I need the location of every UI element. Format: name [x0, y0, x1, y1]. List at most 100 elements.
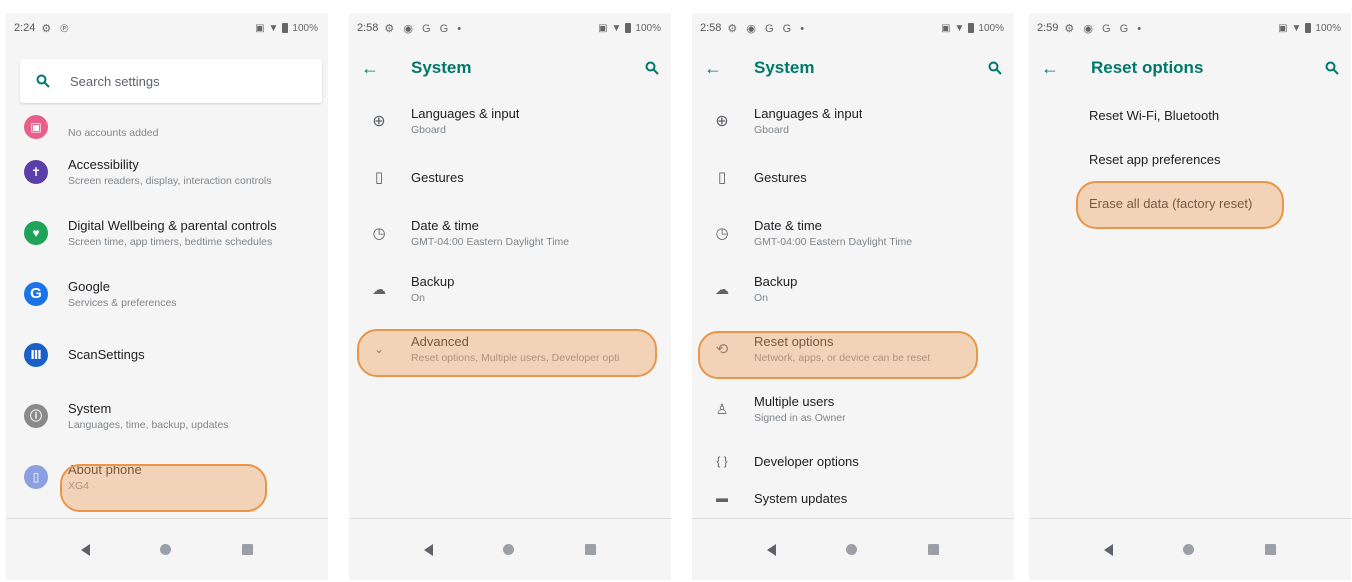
system-item-languages[interactable]: ⊕ Languages & input Gboard — [349, 93, 671, 149]
item-subtitle: Signed in as Owner — [754, 412, 846, 424]
chevron-down-icon: ⌄ — [373, 342, 385, 356]
item-title: Accessibility — [68, 156, 139, 172]
item-title: Languages & input — [411, 106, 520, 121]
vibrate-icon: ▣ — [1278, 22, 1288, 34]
system-item-date-time[interactable]: ◷ Date & time GMT-04:00 Eastern Daylight… — [349, 205, 671, 261]
back-arrow-icon[interactable]: ← — [361, 58, 379, 79]
item-subtitle: Screen time, app timers, bedtime schedul… — [68, 235, 273, 248]
search-icon — [36, 74, 50, 88]
item-title: Developer options — [754, 453, 859, 469]
clock-icon: ◷ — [372, 225, 386, 242]
system-update-icon: ▬ — [716, 491, 728, 505]
recents-icon[interactable] — [241, 544, 253, 555]
settings-item-accounts[interactable]: ▣ No accounts added — [6, 101, 328, 141]
recents-icon[interactable] — [927, 544, 939, 555]
system-info-icon: ⓘ — [24, 403, 48, 428]
reset-wifi-bluetooth[interactable]: Reset Wi-Fi, Bluetooth — [1029, 93, 1351, 137]
back-arrow-icon[interactable]: ← — [704, 58, 722, 79]
vibrate-icon: ▣ — [598, 22, 608, 34]
nav-bar — [349, 518, 671, 580]
wellbeing-icon: ♥ — [24, 220, 48, 245]
back-icon[interactable] — [767, 543, 777, 556]
system-item-date-time[interactable]: ◷ Date & time GMT-04:00 Eastern Daylight… — [692, 205, 1014, 261]
gestures-icon: ▯ — [717, 169, 727, 186]
system-screen-collapsed: 2:58 ⚙ ◉ G G • ▣ ▼ 100% ← System ⊕ Langu… — [349, 13, 671, 580]
system-item-gestures[interactable]: ▯ Gestures — [692, 149, 1014, 205]
recents-icon[interactable] — [584, 544, 596, 555]
system-item-gestures[interactable]: ▯ Gestures — [349, 149, 671, 205]
item-subtitle: Screen readers, display, interaction con… — [68, 174, 272, 187]
globe-icon: ⊕ — [372, 113, 386, 130]
wifi-icon: ▼ — [954, 22, 965, 34]
system-item-backup[interactable]: ☁ Backup On — [349, 261, 671, 317]
system-item-backup[interactable]: ☁ Backup On — [692, 261, 1014, 317]
history-icon: ⟲ — [715, 341, 729, 358]
system-item-reset-options[interactable]: ⟲ Reset options Network, apps, or device… — [692, 317, 1014, 381]
globe-icon: ⊕ — [715, 113, 729, 130]
item-title: Date & time — [754, 218, 822, 233]
page-title: System — [411, 58, 472, 77]
status-bar: 2:59 ⚙ ◉ G G • ▣ ▼ 100% — [1029, 13, 1351, 43]
status-right: ▣ ▼ 100% — [941, 23, 1004, 34]
search-settings-field[interactable]: Search settings — [20, 59, 322, 103]
item-subtitle: Reset options, Multiple users, Developer… — [411, 352, 620, 364]
search-icon[interactable] — [645, 61, 659, 75]
back-icon[interactable] — [81, 543, 91, 556]
item-subtitle: Network, apps, or device can be reset — [754, 352, 931, 364]
settings-item-google[interactable]: G Google Services & preferences — [6, 263, 328, 324]
system-screen-expanded: 2:58 ⚙ ◉ G G • ▣ ▼ 100% ← System ⊕ Langu… — [692, 13, 1014, 580]
status-bar: 2:24 ⚙ ℗ ▣ ▼ 100% — [6, 13, 328, 43]
home-icon[interactable] — [503, 544, 515, 555]
app-bar: ← Reset options — [1029, 43, 1351, 93]
item-subtitle: Gboard — [754, 124, 790, 136]
system-item-developer-options[interactable]: { } Developer options — [692, 437, 1014, 485]
back-arrow-icon[interactable]: ← — [1041, 58, 1059, 79]
accounts-icon: ▣ — [24, 115, 48, 139]
back-icon[interactable] — [1104, 543, 1114, 556]
system-item-multiple-users[interactable]: ♙ Multiple users Signed in as Owner — [692, 381, 1014, 437]
settings-item-about-phone[interactable]: ▯ About phone XG4 — [6, 446, 328, 507]
system-item-advanced[interactable]: ⌄ Advanced Reset options, Multiple users… — [349, 317, 671, 381]
battery-level: 100% — [978, 22, 1004, 34]
status-notification-icons: ⚙ ◉ G G • — [384, 22, 465, 35]
item-title: System — [68, 400, 112, 416]
item-title: Google — [68, 278, 110, 294]
settings-item-system[interactable]: ⓘ System Languages, time, backup, update… — [6, 385, 328, 446]
status-right: ▣ ▼ 100% — [255, 23, 318, 34]
battery-level: 100% — [635, 22, 661, 34]
gestures-icon: ▯ — [374, 169, 384, 186]
item-title: Gestures — [754, 169, 807, 185]
home-icon[interactable] — [160, 544, 172, 555]
scan-settings-icon: Ⅲ — [24, 342, 48, 367]
settings-item-accessibility[interactable]: ✝ Accessibility Screen readers, display,… — [6, 141, 328, 202]
item-title: Advanced — [411, 334, 469, 349]
vibrate-icon: ▣ — [255, 22, 265, 34]
page-title: System — [754, 58, 815, 77]
item-title: Date & time — [411, 218, 479, 233]
status-notification-icons: ⚙ ◉ G G • — [727, 22, 808, 35]
system-item-languages[interactable]: ⊕ Languages & input Gboard — [692, 93, 1014, 149]
item-title: ScanSettings — [68, 347, 145, 362]
back-icon[interactable] — [424, 543, 434, 556]
recents-icon[interactable] — [1264, 544, 1276, 555]
erase-all-data-factory-reset[interactable]: Erase all data (factory reset) — [1029, 181, 1351, 225]
item-subtitle: XG4 — [68, 479, 90, 492]
app-bar: ← System — [692, 43, 1014, 93]
item-subtitle: On — [411, 292, 426, 304]
wifi-icon: ▼ — [611, 22, 622, 34]
settings-item-digital-wellbeing[interactable]: ♥ Digital Wellbeing & parental controls … — [6, 202, 328, 263]
cloud-upload-icon: ☁ — [372, 280, 386, 297]
settings-item-scansettings[interactable]: Ⅲ ScanSettings — [6, 324, 328, 385]
reset-app-preferences[interactable]: Reset app preferences — [1029, 137, 1351, 181]
status-right: ▣ ▼ 100% — [598, 23, 661, 34]
search-icon[interactable] — [988, 61, 1002, 75]
status-notification-icons: ⚙ ℗ — [41, 22, 72, 35]
item-title: Reset options — [754, 334, 834, 349]
person-icon: ♙ — [715, 400, 729, 417]
home-icon[interactable] — [846, 544, 858, 555]
item-subtitle: Gboard — [411, 124, 447, 136]
home-icon[interactable] — [1183, 544, 1195, 555]
search-icon[interactable] — [1325, 61, 1339, 75]
nav-bar — [6, 518, 328, 580]
accessibility-icon: ✝ — [24, 159, 48, 184]
